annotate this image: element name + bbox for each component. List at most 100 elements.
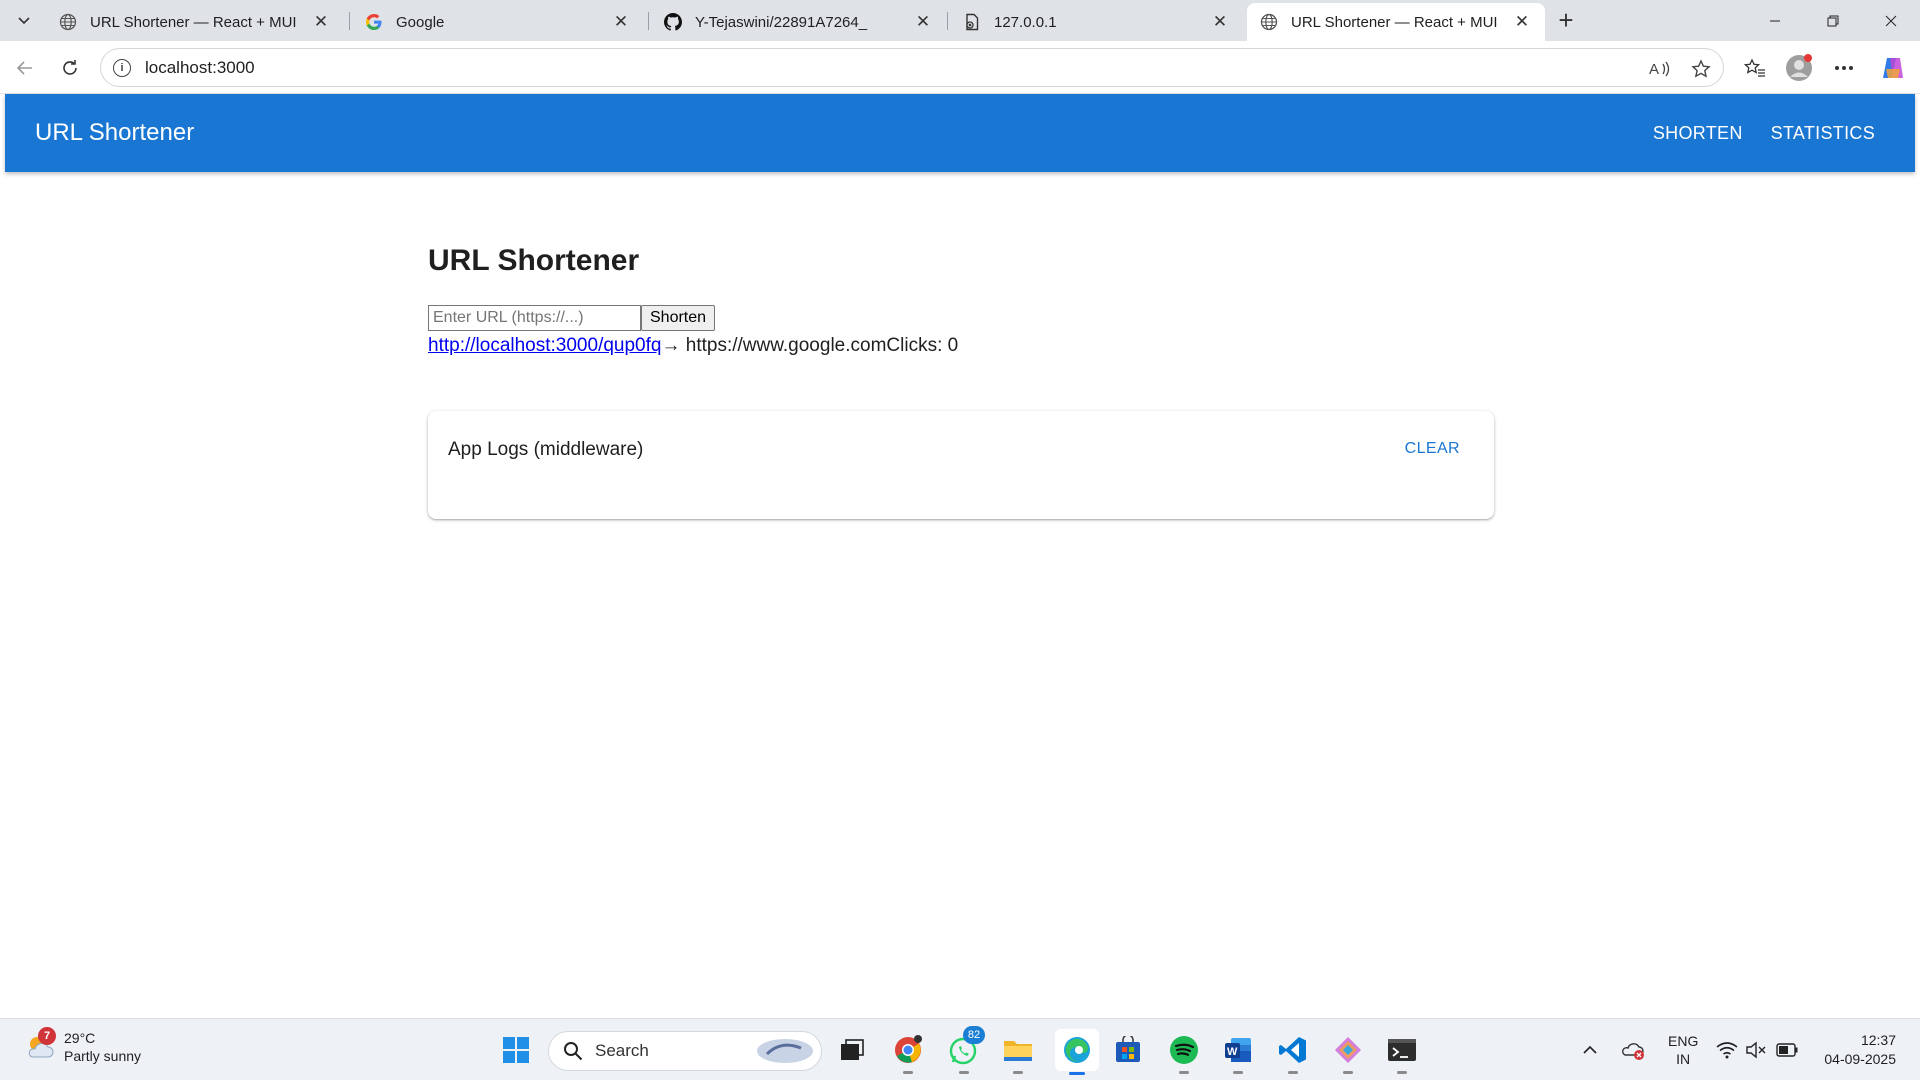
site-info-icon[interactable]: i <box>113 58 131 77</box>
minimize-icon[interactable] <box>1746 0 1804 41</box>
clicks-count: 0 <box>947 335 959 356</box>
running-indicator <box>1179 1071 1189 1074</box>
running-indicator <box>1343 1071 1353 1074</box>
clock-date: 04-09-2025 <box>1824 1051 1896 1067</box>
snipping-tool-icon[interactable] <box>1330 1032 1366 1074</box>
shortened-result: http://localhost:3000/qup0fq→ https://ww… <box>428 335 1494 357</box>
taskbar-search-label: Search <box>595 1041 649 1060</box>
tab-title: URL Shortener — React + MUI <box>1291 13 1498 31</box>
nav-shorten-button[interactable]: SHORTEN <box>1649 117 1747 150</box>
app-bar: URL Shortener SHORTEN STATISTICS <box>5 94 1915 172</box>
vscode-icon[interactable] <box>1275 1032 1311 1074</box>
search-icon <box>564 1042 583 1061</box>
active-indicator <box>1069 1072 1085 1075</box>
address-url: localhost:3000 <box>145 57 255 77</box>
globe-icon <box>58 12 78 32</box>
file-icon <box>962 12 982 32</box>
profile-avatar-icon[interactable] <box>1782 51 1816 85</box>
read-aloud-icon[interactable]: A <box>1649 49 1671 88</box>
show-hidden-icons-chevron-icon[interactable] <box>1582 1019 1598 1081</box>
running-indicator <box>1397 1071 1407 1074</box>
whatsapp-unread-badge: 82 <box>963 1026 985 1044</box>
main-content: URL Shortener Shorten http://localhost:3… <box>428 244 1494 519</box>
windows-taskbar: 7 29°C Partly sunny Search 82 W ENG IN 12:… <box>0 1018 1920 1080</box>
web-page: URL Shortener SHORTEN STATISTICS URL Sho… <box>5 94 1915 1018</box>
spotify-icon[interactable] <box>1166 1032 1202 1074</box>
chrome-icon[interactable] <box>890 1032 926 1074</box>
onedrive-error-icon[interactable] <box>1620 1019 1646 1081</box>
shorten-form: Shorten <box>428 304 1494 331</box>
tab-title: Google <box>396 13 445 31</box>
running-indicator <box>1288 1071 1298 1074</box>
file-explorer-icon[interactable] <box>1000 1032 1036 1074</box>
running-indicator <box>959 1071 969 1074</box>
browser-tab-1[interactable]: URL Shortener — React + MUI ✕ <box>46 3 344 41</box>
browser-toolbar: i localhost:3000 A <box>0 41 1920 94</box>
terminal-icon[interactable] <box>1384 1032 1420 1074</box>
svg-text:A: A <box>1649 61 1659 78</box>
browser-tab-strip: URL Shortener — React + MUI ✕ Google ✕ Y… <box>0 0 1920 41</box>
address-bar[interactable]: i localhost:3000 A <box>100 48 1724 87</box>
task-view-icon[interactable] <box>834 1032 870 1068</box>
restore-icon[interactable] <box>1804 0 1862 41</box>
page-title: URL Shortener <box>428 244 640 277</box>
close-tab-icon[interactable]: ✕ <box>1209 11 1231 33</box>
weather-desc: Partly sunny <box>64 1048 142 1064</box>
tab-title: 127.0.0.1 <box>994 13 1057 31</box>
weather-alert-badge: 7 <box>38 1027 56 1045</box>
close-window-icon[interactable] <box>1862 0 1920 41</box>
browser-tab-5-active[interactable]: URL Shortener — React + MUI ✕ <box>1247 3 1545 41</box>
more-menu-icon[interactable] <box>1827 51 1861 85</box>
new-tab-plus-icon[interactable]: + <box>1550 5 1582 35</box>
clock-time: 12:37 <box>1860 1032 1896 1048</box>
favorite-star-icon[interactable] <box>1691 49 1711 88</box>
running-indicator <box>1013 1071 1023 1074</box>
tab-divider <box>648 12 649 30</box>
running-indicator <box>903 1071 913 1074</box>
whatsapp-icon[interactable]: 82 <box>946 1026 985 1074</box>
close-tab-icon[interactable]: ✕ <box>310 11 332 33</box>
reload-icon[interactable] <box>53 51 87 85</box>
wifi-icon[interactable] <box>1716 1019 1738 1081</box>
favorites-icon[interactable] <box>1738 51 1772 85</box>
partly-sunny-icon: 7 <box>24 1027 56 1063</box>
app-brand-title[interactable]: URL Shortener <box>35 119 194 147</box>
chevron-down-icon <box>18 17 30 25</box>
weather-temp: 29°C <box>64 1030 96 1046</box>
url-input[interactable] <box>428 304 641 331</box>
close-tab-icon[interactable]: ✕ <box>610 11 632 33</box>
microsoft-store-icon[interactable] <box>1110 1032 1146 1068</box>
word-icon[interactable]: W <box>1220 1032 1256 1074</box>
taskbar-search[interactable]: Search <box>548 1031 822 1071</box>
github-icon <box>663 12 683 32</box>
short-url-link[interactable]: http://localhost:3000/qup0fq <box>428 335 661 356</box>
search-highlight-icon <box>757 1039 813 1063</box>
google-icon <box>364 12 384 32</box>
edge-icon[interactable] <box>1055 1029 1099 1075</box>
volume-muted-icon[interactable] <box>1746 1019 1766 1081</box>
browser-tab-3[interactable]: Y-Tejaswini/22891A7264_ ✕ <box>651 3 946 41</box>
windows-start-icon[interactable] <box>498 1032 534 1068</box>
shorten-button[interactable]: Shorten <box>641 304 716 331</box>
tab-divider <box>947 12 948 30</box>
svg-text:W: W <box>1227 1046 1238 1058</box>
language-indicator[interactable]: ENG IN <box>1668 1019 1698 1081</box>
battery-icon[interactable] <box>1776 1019 1798 1081</box>
nav-statistics-button[interactable]: STATISTICS <box>1767 117 1879 150</box>
app-logs-title: App Logs (middleware) <box>448 439 644 460</box>
system-clock[interactable]: 12:37 04-09-2025 <box>1818 1019 1896 1081</box>
tab-actions-button[interactable] <box>8 6 40 34</box>
original-url-text: https://www.google.com <box>685 335 887 356</box>
lang-secondary: IN <box>1676 1051 1691 1067</box>
browser-tab-2[interactable]: Google ✕ <box>352 3 644 41</box>
copilot-icon[interactable] <box>1876 51 1910 85</box>
clear-logs-button[interactable]: CLEAR <box>1405 440 1460 458</box>
tab-title: Y-Tejaswini/22891A7264_ <box>695 13 868 31</box>
app-nav: SHORTEN STATISTICS <box>1649 117 1879 150</box>
tab-divider <box>349 12 350 30</box>
weather-widget[interactable]: 7 29°C Partly sunny <box>24 1027 142 1065</box>
back-arrow-icon[interactable] <box>8 51 42 85</box>
close-tab-icon[interactable]: ✕ <box>912 11 934 33</box>
browser-tab-4[interactable]: 127.0.0.1 ✕ <box>950 3 1243 41</box>
close-tab-icon[interactable]: ✕ <box>1511 11 1533 33</box>
